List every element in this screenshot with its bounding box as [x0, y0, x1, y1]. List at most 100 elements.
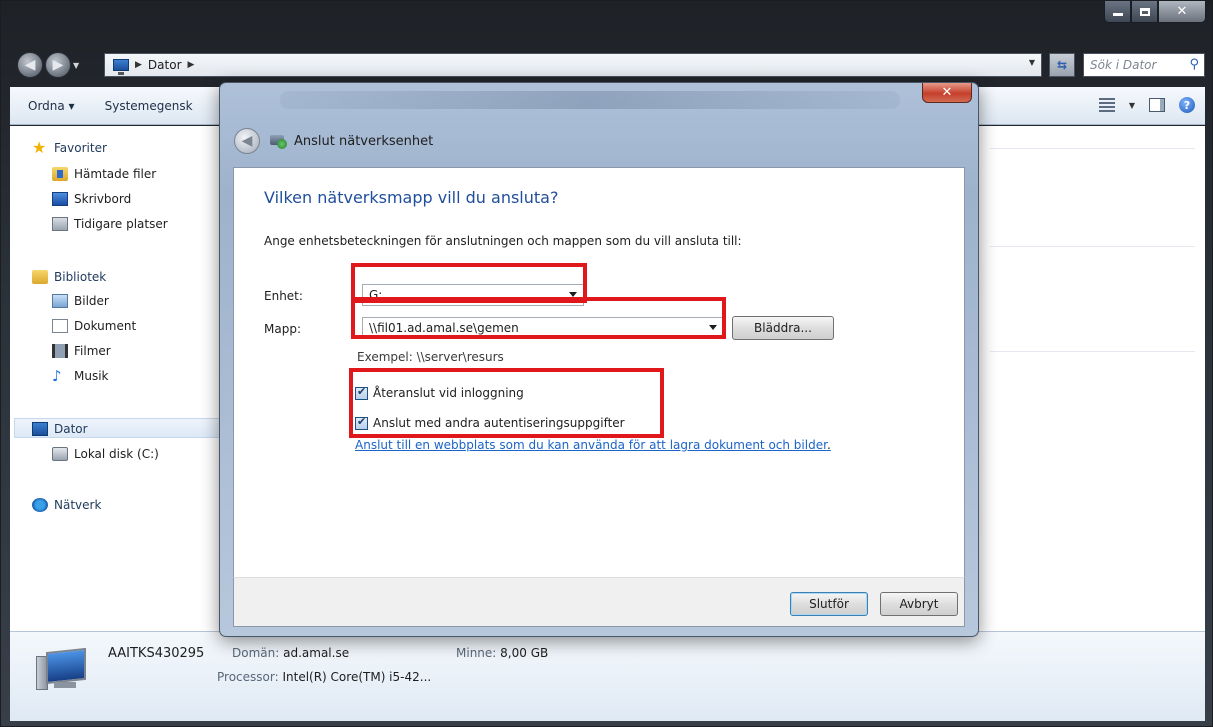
- folder-label: Mapp:: [264, 322, 301, 336]
- organize-button[interactable]: Ordna ▾: [28, 99, 75, 113]
- close-button[interactable]: ✕: [1158, 1, 1206, 23]
- nav-buttons: ◀ ▶ ▼: [17, 52, 79, 78]
- back-button[interactable]: ◀: [17, 52, 43, 78]
- breadcrumb-computer[interactable]: Dator: [148, 58, 182, 72]
- nav-item-label: Hämtade filer: [74, 167, 157, 181]
- minimize-button[interactable]: [1104, 1, 1131, 23]
- music-note-icon: ♪: [52, 367, 62, 385]
- refresh-button[interactable]: ⇆: [1049, 53, 1075, 77]
- computer-icon: [113, 59, 129, 75]
- recent-pages-dropdown[interactable]: ▼: [73, 61, 79, 70]
- libraries-icon: [32, 270, 48, 284]
- reconnect-label[interactable]: Återanslut vid inloggning: [373, 386, 524, 400]
- minimize-icon: [1112, 13, 1123, 16]
- domain-info: Domän: ad.amal.se: [232, 646, 349, 660]
- caption-buttons: ✕: [1104, 1, 1206, 23]
- folder-value: \\fil01.ad.amal.se\gemen: [369, 321, 519, 335]
- nav-favorites[interactable]: ★ Favoriter: [32, 138, 107, 157]
- reconnect-checkbox-row[interactable]: Återanslut vid inloggning: [355, 385, 524, 400]
- help-icon[interactable]: ?: [1179, 97, 1195, 113]
- hard-disk-icon: [52, 447, 68, 461]
- main-instruction: Vilken nätverksmapp vill du ansluta?: [264, 188, 559, 207]
- nav-item-label: Musik: [74, 369, 109, 383]
- forward-button[interactable]: ▶: [45, 52, 71, 78]
- finish-button[interactable]: Slutför: [790, 592, 868, 616]
- nav-item-videos[interactable]: Filmer: [52, 344, 111, 358]
- system-properties-button[interactable]: Systemegensk: [105, 99, 193, 113]
- nav-network[interactable]: Nätverk: [32, 498, 101, 512]
- chevron-down-icon[interactable]: [569, 292, 577, 297]
- chevron-down-icon[interactable]: ▼: [1129, 101, 1135, 110]
- pictures-icon: [52, 294, 68, 308]
- chevron-right-icon[interactable]: ▶: [188, 60, 195, 70]
- nav-item-music[interactable]: ♪ Musik: [52, 367, 109, 385]
- credentials-label[interactable]: Anslut med andra autentiseringsuppgifter: [373, 416, 625, 430]
- dialog-back-button[interactable]: ◀: [234, 128, 260, 154]
- computer-icon: [32, 422, 48, 436]
- chevron-down-icon[interactable]: ▼: [1029, 58, 1035, 67]
- chevron-down-icon[interactable]: [709, 325, 717, 330]
- credentials-checkbox-row[interactable]: Anslut med andra autentiseringsuppgifter: [355, 415, 625, 430]
- drive-label: Enhet:: [264, 289, 303, 303]
- address-bar[interactable]: ▶ Dator ▶ ▼: [104, 53, 1042, 77]
- memory-value: 8,00 GB: [500, 646, 549, 660]
- memory-info: Minne: 8,00 GB: [456, 646, 548, 660]
- nav-favorites-label: Favoriter: [54, 141, 107, 155]
- dialog-body: Vilken nätverksmapp vill du ansluta? Ang…: [233, 167, 965, 577]
- nav-item-label: Bilder: [74, 294, 109, 308]
- search-icon[interactable]: ⚲: [1189, 57, 1199, 72]
- dialog-footer: Slutför Avbryt: [233, 577, 965, 627]
- divider: [990, 246, 1195, 247]
- dialog-header: ◀ Anslut nätverksenhet: [228, 115, 972, 167]
- arrow-left-icon: ◀: [241, 133, 253, 149]
- maximize-button[interactable]: [1131, 1, 1158, 23]
- dialog-title: Anslut nätverksenhet: [294, 133, 434, 149]
- nav-item-label: Skrivbord: [74, 192, 132, 206]
- close-icon: ✕: [941, 85, 953, 100]
- folder-input[interactable]: \\fil01.ad.amal.se\gemen: [362, 317, 724, 339]
- example-text: Exempel: \\server\resurs: [357, 350, 504, 364]
- preview-pane-icon[interactable]: [1149, 98, 1165, 112]
- cancel-button[interactable]: Avbryt: [880, 592, 958, 616]
- drive-select[interactable]: G:: [362, 284, 584, 306]
- nav-computer-label: Dator: [54, 422, 88, 436]
- nav-libraries[interactable]: Bibliotek: [32, 270, 106, 284]
- desktop-icon: [52, 192, 68, 206]
- processor-value: Intel(R) Core(TM) i5-42...: [282, 670, 432, 684]
- close-icon: ✕: [1176, 4, 1188, 19]
- map-network-drive-dialog: ✕ ◀ Anslut nätverksenhet Vilken nätverks…: [219, 82, 979, 637]
- chevron-right-icon[interactable]: ▶: [135, 60, 142, 70]
- toolbar-right: ▼ ?: [1098, 97, 1195, 113]
- refresh-icon: ⇆: [1056, 58, 1068, 72]
- nav-item-label: Lokal disk (C:): [74, 447, 159, 461]
- nav-item-label: Tidigare platser: [74, 217, 168, 231]
- credentials-checkbox[interactable]: [355, 415, 368, 430]
- website-storage-link[interactable]: Anslut till en webbplats som du kan anvä…: [355, 438, 827, 452]
- computer-name: AAITKS430295: [108, 646, 205, 661]
- reconnect-checkbox[interactable]: [355, 385, 368, 400]
- network-drive-icon: [270, 133, 288, 149]
- documents-icon: [52, 319, 68, 333]
- divider: [990, 148, 1195, 149]
- recent-places-icon: [52, 217, 68, 231]
- views-icon[interactable]: [1098, 98, 1115, 112]
- videos-icon: [52, 344, 68, 358]
- drive-value: G:: [369, 288, 383, 302]
- nav-item-pictures[interactable]: Bilder: [52, 294, 109, 308]
- nav-item-local-disk[interactable]: Lokal disk (C:): [52, 447, 159, 461]
- navigation-pane: ★ Favoriter Hämtade filer Skrivbord Tidi…: [10, 126, 225, 631]
- nav-item-documents[interactable]: Dokument: [52, 319, 136, 333]
- star-icon: ★: [32, 138, 47, 157]
- memory-label: Minne:: [456, 646, 497, 660]
- nav-network-label: Nätverk: [54, 498, 102, 512]
- search-input[interactable]: Sök i Dator ⚲: [1083, 53, 1205, 77]
- nav-item-downloads[interactable]: Hämtade filer: [52, 167, 156, 181]
- search-placeholder: Sök i Dator: [1090, 58, 1157, 72]
- browse-button[interactable]: Bläddra...: [732, 316, 834, 340]
- nav-computer[interactable]: Dator: [32, 422, 88, 436]
- maximize-icon: [1139, 7, 1150, 16]
- nav-item-desktop[interactable]: Skrivbord: [52, 192, 131, 206]
- nav-item-recent[interactable]: Tidigare platser: [52, 217, 168, 231]
- dialog-close-button[interactable]: ✕: [922, 83, 972, 103]
- nav-item-label: Filmer: [74, 344, 111, 358]
